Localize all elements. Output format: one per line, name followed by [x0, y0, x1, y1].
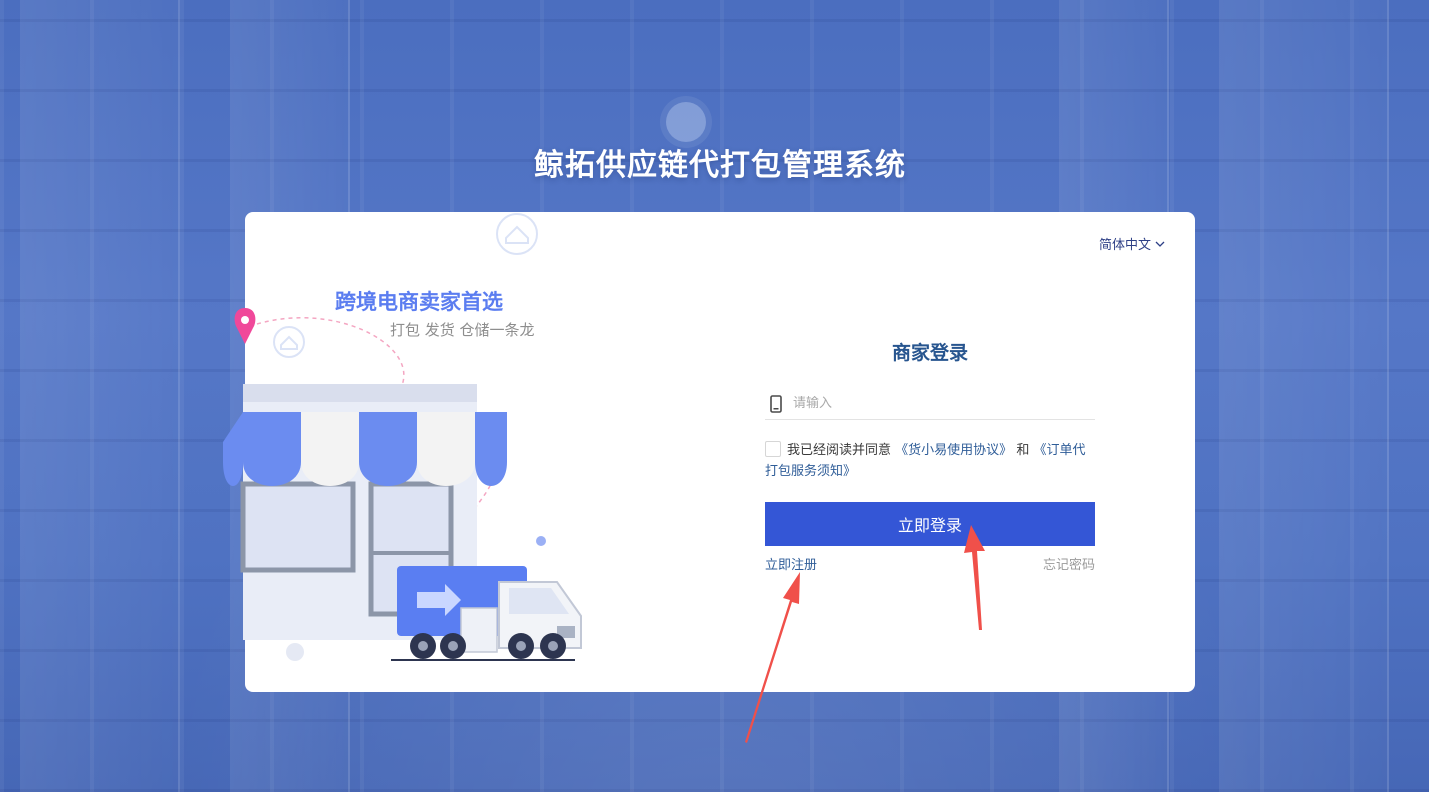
- house-icon: [273, 326, 305, 358]
- shop-illustration: [223, 213, 582, 661]
- background-shelf: [20, 0, 180, 792]
- login-title: 商家登录: [891, 342, 968, 364]
- promo-sub-slogan: 打包 发货 仓储一条龙: [390, 321, 535, 339]
- agreement-conjunction: 和: [1016, 443, 1030, 458]
- mobile-phone-icon: [770, 394, 782, 413]
- login-card: 简体中文 跨境电商卖家首选 打包 发货 仓储一条龙 商家登录 请输入 我已经阅读…: [223, 212, 1195, 692]
- promo-slogan: 跨境电商卖家首选: [335, 290, 503, 314]
- language-selector[interactable]: 简体中文: [1099, 234, 1165, 253]
- house-icon: [496, 213, 538, 255]
- login-button[interactable]: 立即登录: [765, 502, 1095, 546]
- awning: [223, 412, 507, 486]
- usage-agreement-link[interactable]: 《货小易使用协议》: [895, 443, 1012, 458]
- background-lamp: [666, 102, 706, 142]
- page-title: 鲸拓供应链代打包管理系统: [534, 148, 906, 183]
- location-pin-icon: [234, 308, 256, 344]
- truck-icon: [391, 566, 582, 661]
- login-form: 商家登录 我已经阅读并同意 《货小易使用协议》 和 《订单代打包服务须知》 立即…: [765, 212, 1095, 692]
- phone-input[interactable]: [793, 396, 1095, 411]
- agreement-prefix: 我已经阅读并同意: [787, 443, 892, 458]
- forgot-password-link[interactable]: 忘记密码: [1043, 554, 1095, 573]
- chevron-down-icon: [1155, 241, 1165, 247]
- phone-field: [765, 388, 1095, 420]
- register-link[interactable]: 立即注册: [765, 554, 817, 573]
- background-shelf: [1219, 0, 1389, 792]
- agreement-checkbox[interactable]: [765, 441, 781, 457]
- agreement: 我已经阅读并同意 《货小易使用协议》 和 《订单代打包服务须知》: [765, 440, 1095, 482]
- language-label: 简体中文: [1098, 238, 1151, 253]
